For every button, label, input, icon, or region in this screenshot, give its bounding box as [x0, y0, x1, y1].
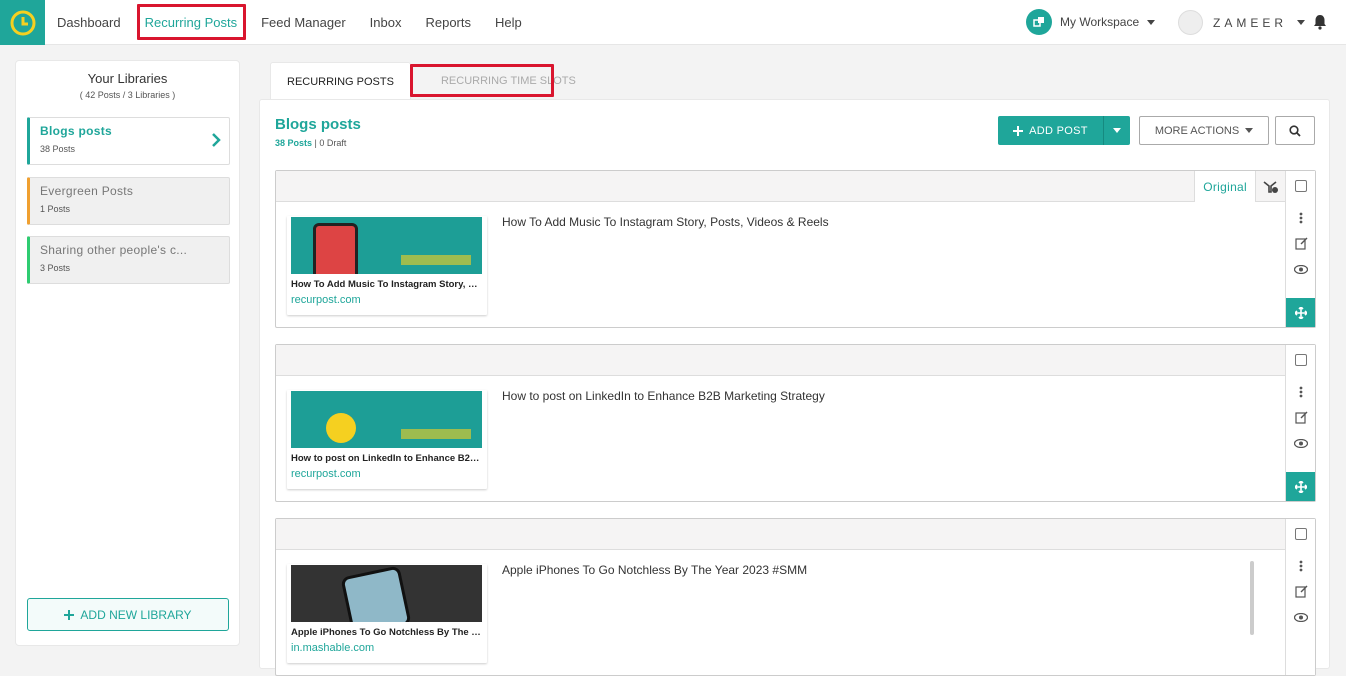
chevron-down-icon: [1297, 20, 1306, 25]
post-checkbox[interactable]: [1295, 180, 1307, 192]
library-title: Blogs posts: [275, 116, 361, 133]
add-post-label: ADD POST: [1029, 124, 1088, 137]
link-preview[interactable]: Apple iPhones To Go Notchless By The Yea…: [287, 564, 487, 663]
library-item-blogs-posts[interactable]: Blogs posts 38 Posts: [27, 117, 230, 165]
post-text: How to post on LinkedIn to Enhance B2B M…: [502, 389, 825, 403]
main-nav: Dashboard Recurring Posts Feed Manager I…: [45, 0, 534, 45]
workspace-icon: [1026, 9, 1052, 35]
add-new-library-button[interactable]: ADD NEW LIBRARY: [27, 598, 229, 631]
search-button[interactable]: [1275, 116, 1315, 145]
variations-icon[interactable]: [1255, 171, 1285, 202]
nav-reports[interactable]: Reports: [413, 0, 483, 45]
library-count: 1 Posts: [40, 204, 71, 214]
draft-count: 0 Draft: [319, 138, 347, 148]
posts-panel: Blogs posts 38 Posts | 0 Draft ADD POST …: [259, 99, 1330, 676]
edit-icon[interactable]: [1294, 584, 1308, 598]
more-actions-label: MORE ACTIONS: [1154, 124, 1240, 137]
nav-dashboard[interactable]: Dashboard: [45, 0, 133, 45]
more-vertical-icon[interactable]: [1294, 385, 1308, 399]
preview-image: [291, 565, 482, 622]
chevron-right-icon: [212, 133, 221, 147]
app-logo[interactable]: [0, 0, 45, 45]
more-vertical-icon[interactable]: [1294, 559, 1308, 573]
search-icon: [1289, 124, 1301, 137]
preview-title: Apple iPhones To Go Notchless By The Yea…: [291, 627, 483, 638]
library-item-evergreen-posts[interactable]: Evergreen Posts 1 Posts: [27, 177, 230, 225]
post-text: Apple iPhones To Go Notchless By The Yea…: [502, 563, 808, 577]
chevron-down-icon: [1113, 128, 1121, 133]
library-meta: 38 Posts | 0 Draft: [275, 138, 347, 148]
library-name: Evergreen Posts: [40, 184, 134, 198]
add-post-dropdown[interactable]: [1103, 116, 1130, 145]
highlight-time-slots: [410, 64, 554, 97]
workspace-label: My Workspace: [1060, 15, 1140, 29]
edit-icon[interactable]: [1294, 410, 1308, 424]
nav-feed-manager[interactable]: Feed Manager: [249, 0, 358, 45]
preview-title: How to post on LinkedIn to Enhance B2B M…: [291, 453, 483, 464]
user-menu[interactable]: ZAMEER: [1178, 10, 1306, 35]
library-count: 3 Posts: [40, 263, 71, 273]
tab-recurring-posts[interactable]: RECURRING POSTS: [270, 62, 411, 100]
clock-logo-icon: [10, 10, 35, 35]
sidebar-subtitle: ( 42 Posts / 3 Libraries ): [79, 90, 176, 100]
card-header: [276, 519, 1285, 550]
plus-icon: [1013, 125, 1024, 136]
post-checkbox[interactable]: [1295, 354, 1307, 366]
card-header: [276, 345, 1285, 376]
move-icon[interactable]: [1286, 298, 1315, 327]
post-card: Original How To Add Music To Instagram S…: [275, 170, 1316, 328]
plus-icon: [64, 609, 75, 620]
card-actions: [1285, 345, 1315, 501]
add-post-main[interactable]: ADD POST: [998, 116, 1103, 145]
edit-icon[interactable]: [1294, 236, 1308, 250]
card-actions: [1285, 519, 1315, 675]
posts-count: 38 Posts: [275, 138, 313, 148]
nav-inbox[interactable]: Inbox: [358, 0, 414, 45]
eye-icon[interactable]: [1294, 436, 1308, 450]
library-name: Sharing other people's c...: [40, 243, 188, 257]
post-checkbox[interactable]: [1295, 528, 1307, 540]
preview-domain: recurpost.com: [291, 468, 361, 480]
more-actions-button[interactable]: MORE ACTIONS: [1139, 116, 1269, 145]
eye-icon[interactable]: [1294, 610, 1308, 624]
avatar: [1178, 10, 1203, 35]
highlight-recurring-posts: [137, 4, 246, 40]
preview-domain: in.mashable.com: [291, 642, 375, 654]
post-card: Apple iPhones To Go Notchless By The Yea…: [275, 518, 1316, 676]
library-item-sharing-others[interactable]: Sharing other people's c... 3 Posts: [27, 236, 230, 284]
library-name: Blogs posts: [40, 124, 112, 138]
preview-image: [291, 391, 482, 448]
preview-image: [291, 217, 482, 274]
more-vertical-icon[interactable]: [1294, 211, 1308, 225]
user-name: ZAMEER: [1213, 15, 1288, 30]
library-sidebar: Your Libraries ( 42 Posts / 3 Libraries …: [15, 60, 240, 646]
scrollbar[interactable]: [1250, 561, 1254, 635]
library-count: 38 Posts: [40, 144, 76, 154]
add-library-label: ADD NEW LIBRARY: [80, 607, 192, 622]
preview-title: How To Add Music To Instagram Story, Pos…: [291, 279, 483, 290]
eye-icon[interactable]: [1294, 262, 1308, 276]
nav-help[interactable]: Help: [483, 0, 534, 45]
link-preview[interactable]: How to post on LinkedIn to Enhance B2B M…: [287, 390, 487, 489]
sidebar-title: Your Libraries: [87, 71, 168, 86]
workspace-switcher[interactable]: My Workspace: [1026, 9, 1156, 35]
post-card: How to post on LinkedIn to Enhance B2B M…: [275, 344, 1316, 502]
card-actions: [1285, 171, 1315, 327]
bell-icon[interactable]: [1313, 14, 1327, 35]
card-header: [276, 171, 1285, 202]
post-text: How To Add Music To Instagram Story, Pos…: [502, 215, 829, 229]
chevron-down-icon: [1245, 128, 1254, 133]
add-post-button[interactable]: ADD POST: [998, 116, 1130, 145]
original-tab[interactable]: Original: [1194, 171, 1255, 202]
move-icon[interactable]: [1286, 472, 1315, 501]
preview-domain: recurpost.com: [291, 294, 361, 306]
link-preview[interactable]: How To Add Music To Instagram Story, Pos…: [287, 216, 487, 315]
chevron-down-icon: [1147, 19, 1156, 25]
